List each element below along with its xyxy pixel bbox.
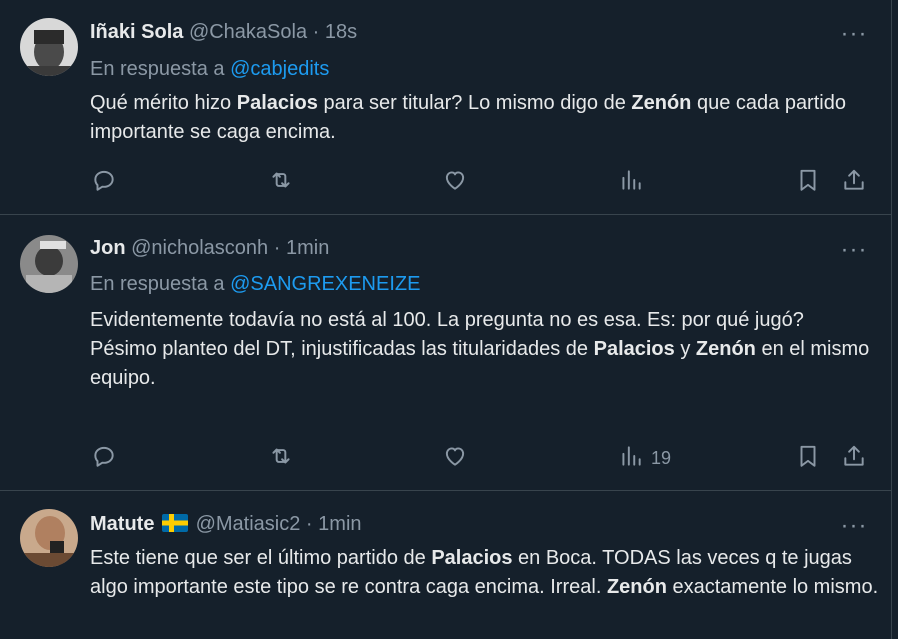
timestamp[interactable]: 18s [325, 21, 357, 43]
text-span: Este tiene que ser el último partido de [90, 547, 432, 569]
bookmark-icon[interactable] [795, 443, 823, 471]
timestamp[interactable]: 1min [318, 513, 361, 535]
heart-icon[interactable] [442, 167, 470, 195]
bold-text: Palacios [431, 547, 513, 569]
user-handle[interactable]: @Matiasic2 [196, 513, 301, 535]
sweden-flag-icon [162, 514, 189, 532]
reply-icon[interactable] [91, 443, 119, 471]
user-handle[interactable]: @ChakaSola [189, 21, 307, 43]
more-icon[interactable]: ··· [837, 238, 871, 267]
reply-prefix: En respuesta a [90, 58, 225, 80]
share-icon[interactable] [841, 167, 869, 195]
bold-text: Zenón [695, 338, 756, 360]
views-count: 19 [651, 448, 672, 468]
reply-mention[interactable]: @cabjedits [230, 58, 329, 80]
tweet-header: Matute @Matiasic2 · 1min [90, 513, 362, 536]
bookmark-icon[interactable] [795, 167, 823, 195]
text-span: Pésimo planteo del DT, injustificadas la… [90, 338, 594, 360]
display-name[interactable]: Jon [90, 237, 126, 259]
retweet-icon[interactable] [268, 443, 296, 471]
tweet-header: Iñaki Sola @ChakaSola · 18s [90, 21, 357, 44]
tweet-text: Evidentemente todavía no está al 100. La… [90, 306, 880, 393]
views-icon[interactable] [618, 167, 646, 195]
timeline: Iñaki Sola @ChakaSola · 18s ··· En respu… [0, 0, 891, 639]
bold-text: Zenón [631, 92, 692, 114]
tweet-text: Qué mérito hizo Palacios para ser titula… [90, 89, 870, 147]
separator: · [312, 21, 320, 43]
reply-context: En respuesta a @cabjedits [90, 58, 329, 81]
reply-prefix: En respuesta a [90, 273, 225, 295]
display-name[interactable]: Iñaki Sola [90, 21, 183, 43]
text-span: Evidentemente todavía no está al 100. La… [90, 309, 804, 331]
avatar[interactable] [20, 235, 78, 293]
reply-mention[interactable]: @SANGREXENEIZE [230, 273, 420, 295]
reply-icon[interactable] [91, 167, 119, 195]
bold-text: Palacios [236, 92, 318, 114]
views-icon[interactable] [618, 443, 646, 471]
tweet-text: Este tiene que ser el último partido de … [90, 544, 880, 602]
tweet-header: Jon @nicholasconh · 1min [90, 237, 329, 260]
avatar[interactable] [20, 18, 78, 76]
avatar[interactable] [20, 509, 78, 567]
more-icon[interactable]: ··· [837, 22, 871, 51]
column-divider [891, 0, 892, 639]
text-span: Qué mérito hizo [90, 92, 237, 114]
tweet[interactable]: Jon @nicholasconh · 1min ··· En respuest… [0, 215, 891, 491]
timestamp[interactable]: 1min [286, 237, 329, 259]
tweet[interactable]: Iñaki Sola @ChakaSola · 18s ··· En respu… [0, 0, 891, 215]
share-icon[interactable] [841, 443, 869, 471]
text-span: para ser titular? Lo mismo digo de [317, 92, 632, 114]
display-name[interactable]: Matute [90, 513, 154, 535]
heart-icon[interactable] [442, 443, 470, 471]
user-handle[interactable]: @nicholasconh [131, 237, 268, 259]
bold-text: Zenón [606, 576, 667, 598]
separator: · [305, 513, 313, 535]
separator: · [273, 237, 281, 259]
bold-text: Palacios [593, 338, 675, 360]
tweet[interactable]: Matute @Matiasic2 · 1min ··· Este tiene … [0, 491, 891, 639]
text-span: y [674, 338, 696, 360]
text-span: exactamente lo mismo. [666, 576, 879, 598]
more-icon[interactable]: ··· [837, 514, 871, 543]
retweet-icon[interactable] [268, 167, 296, 195]
reply-context: En respuesta a @SANGREXENEIZE [90, 273, 420, 296]
